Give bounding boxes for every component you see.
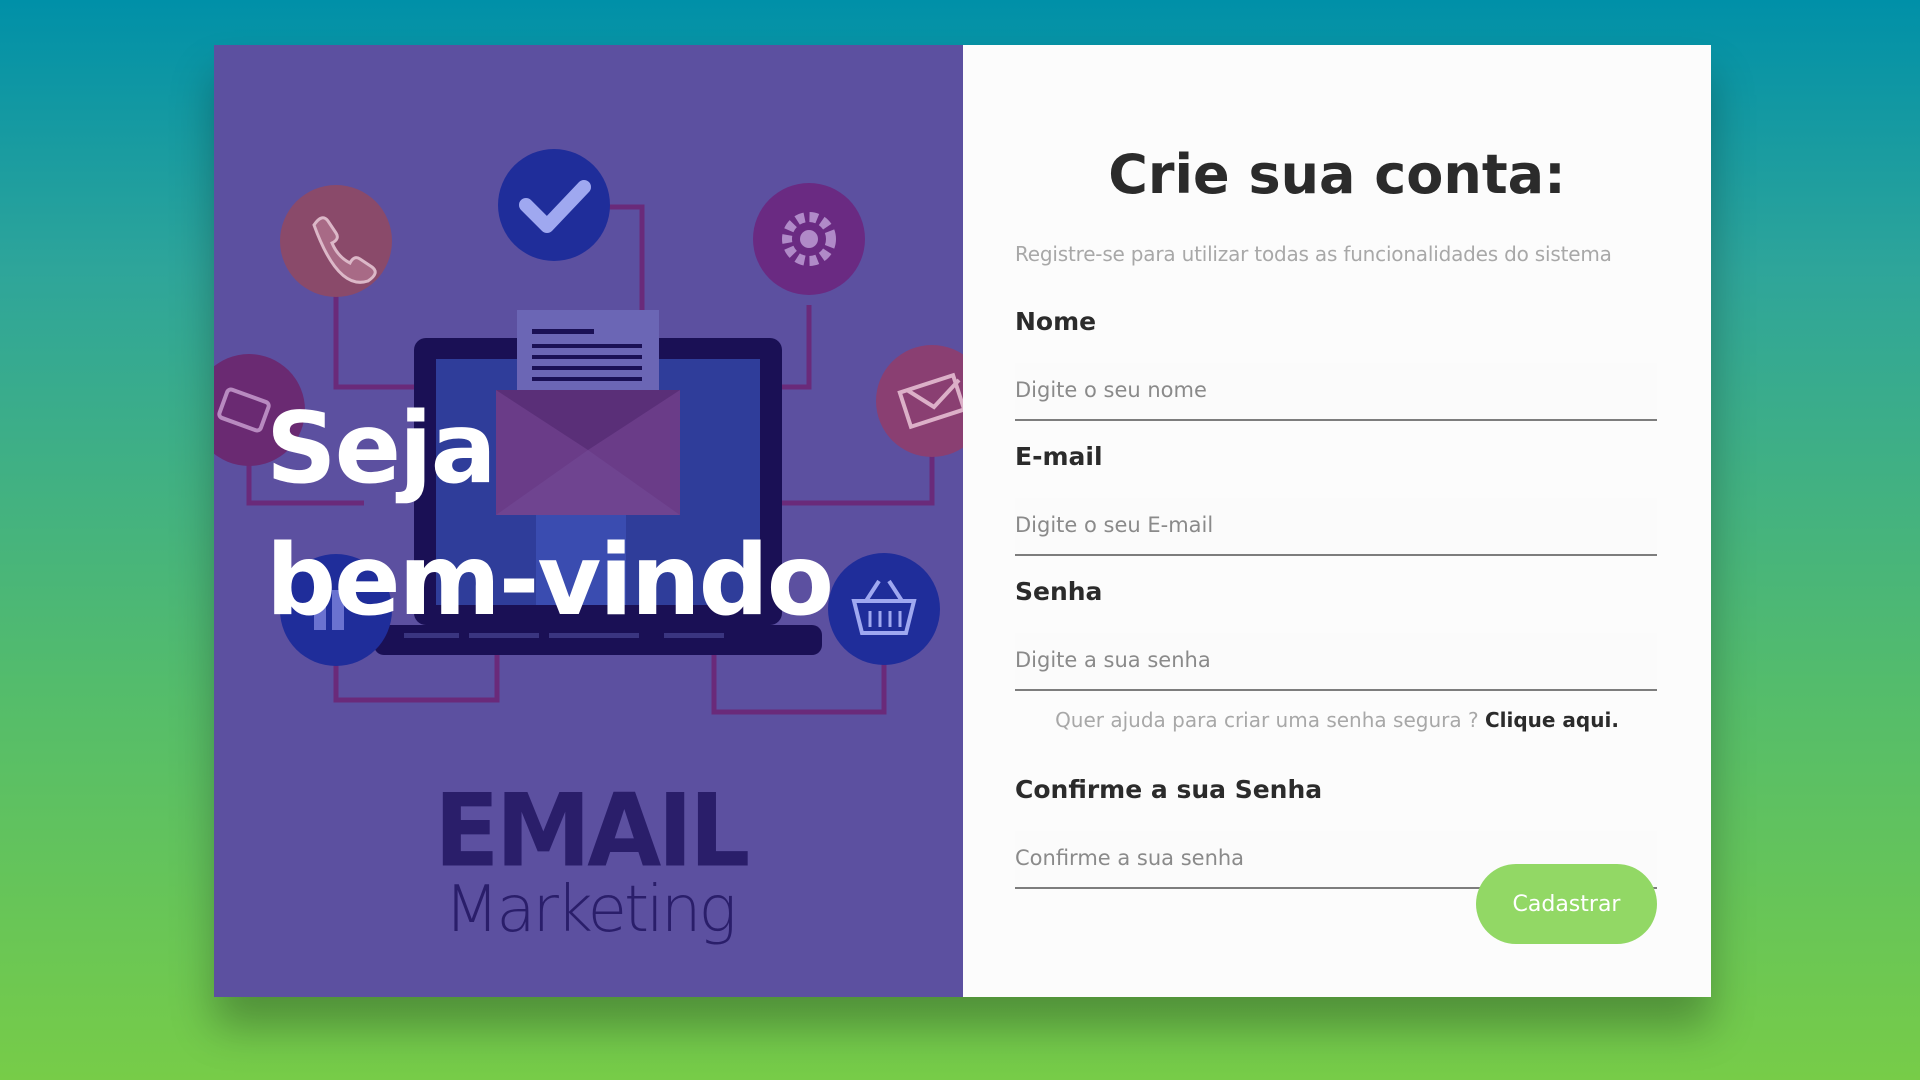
gear-icon <box>753 183 865 295</box>
email-input[interactable] <box>1015 498 1657 556</box>
password-label: Senha <box>1015 577 1103 606</box>
email-field: E-mail <box>1015 442 1657 556</box>
password-field: Senha <box>1015 577 1657 691</box>
welcome-line-1: Seja <box>266 392 497 506</box>
form-title: Crie sua conta: <box>1108 143 1566 206</box>
password-help-text: Quer ajuda para criar uma senha segura ? <box>1055 708 1485 732</box>
welcome-panel: Seja bem-vindo EMAIL Marketing <box>214 45 963 997</box>
email-marketing-logo: EMAIL Marketing <box>434 772 750 943</box>
name-input[interactable] <box>1015 363 1657 421</box>
welcome-line-2: bem-vindo <box>266 524 834 638</box>
password-help: Quer ajuda para criar uma senha segura ?… <box>963 708 1711 732</box>
welcome-heading: Seja bem-vindo <box>266 383 834 647</box>
basket-icon <box>828 553 940 665</box>
envelope-icon <box>876 345 963 457</box>
signup-form: Crie sua conta: Registre-se para utiliza… <box>963 45 1711 997</box>
password-input[interactable] <box>1015 633 1657 691</box>
phone-icon <box>280 185 392 297</box>
logo-email-text: EMAIL <box>434 772 750 890</box>
password-help-link[interactable]: Clique aqui. <box>1485 708 1619 732</box>
name-label: Nome <box>1015 307 1097 336</box>
email-label: E-mail <box>1015 442 1103 471</box>
name-field: Nome <box>1015 307 1657 421</box>
check-icon <box>498 149 610 261</box>
signup-card: Seja bem-vindo EMAIL Marketing Crie sua … <box>214 45 1711 997</box>
register-button[interactable]: Cadastrar <box>1476 864 1657 944</box>
form-subtitle: Registre-se para utilizar todas as funci… <box>1015 242 1612 266</box>
confirm-password-label: Confirme a sua Senha <box>1015 775 1323 804</box>
